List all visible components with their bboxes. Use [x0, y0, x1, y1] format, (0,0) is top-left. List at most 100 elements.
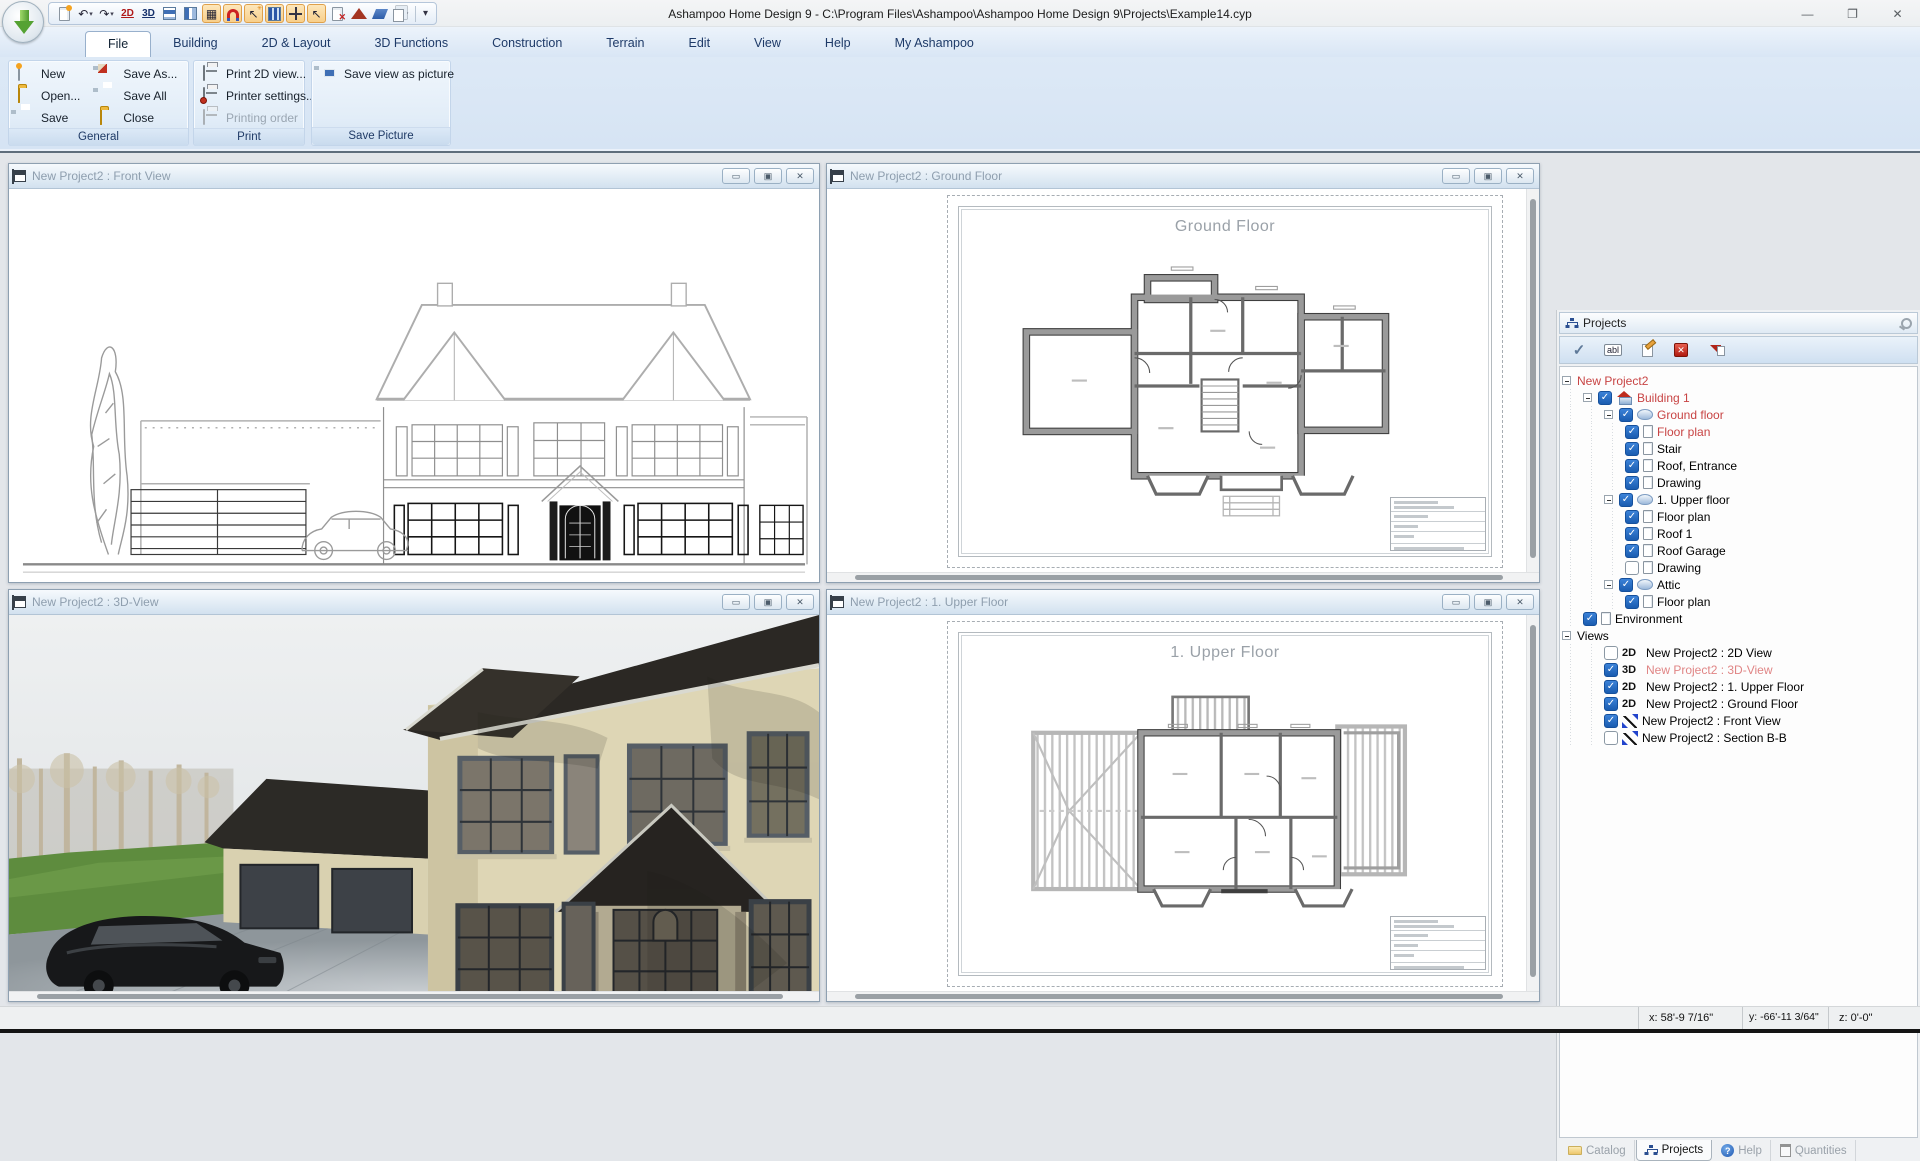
tree-item[interactable]: ✓Roof 1 [1562, 525, 1915, 542]
panel-tab-quantities[interactable]: Quantities [1772, 1140, 1856, 1161]
restore-icon[interactable]: ❐ [1830, 0, 1875, 27]
tab-file[interactable]: File [85, 31, 151, 57]
minimize-icon[interactable]: — [1785, 0, 1830, 27]
tree-item[interactable]: ✓Building 1 [1562, 389, 1915, 406]
roof-tool-icon[interactable] [349, 4, 368, 23]
tree-checkbox[interactable] [1604, 731, 1618, 745]
parallel-guides-icon[interactable] [265, 4, 284, 23]
close-icon[interactable]: ✕ [1506, 168, 1534, 184]
minimize-icon[interactable]: ▭ [722, 168, 750, 184]
tree-item[interactable]: New Project2 [1562, 372, 1915, 389]
close-icon[interactable]: ✕ [786, 168, 814, 184]
tree-checkbox[interactable]: ✓ [1583, 612, 1597, 626]
edit-properties-icon[interactable] [1636, 339, 1658, 361]
grid-icon[interactable]: ▦ [202, 4, 221, 23]
select-elements-icon[interactable]: ↖ [244, 4, 263, 23]
tree-item[interactable]: Views [1562, 627, 1915, 644]
close-button[interactable]: Close [95, 108, 182, 128]
printer-settings--button[interactable]: Printer settings... [198, 86, 321, 106]
tab-construction[interactable]: Construction [470, 31, 584, 57]
tree-item[interactable]: ✓Attic [1562, 576, 1915, 593]
import-icon[interactable] [1704, 339, 1726, 361]
vertical-scrollbar[interactable] [1526, 615, 1539, 991]
3d-view-titlebar[interactable]: New Project2 : 3D-View ▭ ▣ ✕ [9, 590, 819, 615]
tree-checkbox[interactable]: ✓ [1619, 493, 1633, 507]
pin-icon[interactable] [1901, 318, 1912, 329]
front-view-titlebar[interactable]: New Project2 : Front View ▭ ▣ ✕ [9, 164, 819, 189]
tree-checkbox[interactable]: ✓ [1625, 476, 1639, 490]
tree-checkbox[interactable]: ✓ [1604, 680, 1618, 694]
tree-item[interactable]: ✓Floor plan [1562, 508, 1915, 525]
delete-measure-icon[interactable] [328, 4, 347, 23]
minimize-icon[interactable]: ▭ [722, 594, 750, 610]
axis-snap-icon[interactable] [286, 4, 305, 23]
horizontal-scrollbar[interactable] [9, 991, 819, 1001]
ground-floor-titlebar[interactable]: New Project2 : Ground Floor ▭ ▣ ✕ [827, 164, 1539, 189]
tree-item[interactable]: ✓Floor plan [1562, 593, 1915, 610]
app-logo-icon[interactable] [2, 1, 44, 43]
tree-checkbox[interactable]: ✓ [1625, 459, 1639, 473]
tab-view[interactable]: View [732, 31, 803, 57]
tree-item[interactable]: ✓2DNew Project2 : Ground Floor [1562, 695, 1915, 712]
tab-building[interactable]: Building [151, 31, 239, 57]
tab-2d-layout[interactable]: 2D & Layout [240, 31, 353, 57]
tree-checkbox[interactable]: ✓ [1625, 544, 1639, 558]
expander-minus-icon[interactable] [1562, 631, 1571, 640]
tab-edit[interactable]: Edit [667, 31, 733, 57]
tree-item[interactable]: ✓Drawing [1562, 474, 1915, 491]
new-button[interactable]: New [13, 64, 85, 84]
tree-item[interactable]: 2DNew Project2 : 2D View [1562, 644, 1915, 661]
tree-checkbox[interactable]: ✓ [1604, 697, 1618, 711]
delete-icon[interactable]: ✕ [1670, 339, 1692, 361]
tree-item[interactable]: ✓Floor plan [1562, 423, 1915, 440]
pointer-icon[interactable]: ↖ [307, 4, 326, 23]
print-2d-view--button[interactable]: Print 2D view... [198, 64, 321, 84]
save-button[interactable]: Save [13, 108, 85, 128]
tree-item[interactable]: ✓Ground floor [1562, 406, 1915, 423]
tree-checkbox[interactable]: ✓ [1625, 595, 1639, 609]
tree-checkbox[interactable]: ✓ [1604, 663, 1618, 677]
panel-tab-projects[interactable]: Projects [1636, 1140, 1713, 1161]
minimize-icon[interactable]: ▭ [1442, 168, 1470, 184]
tree-checkbox[interactable]: ✓ [1625, 425, 1639, 439]
upper-floor-sheet[interactable]: 1. Upper Floor [827, 615, 1539, 1001]
customize-toolbar-icon[interactable]: ▾ [421, 8, 430, 19]
tree-item[interactable]: ✓Stair [1562, 440, 1915, 457]
close-icon[interactable]: ✕ [1506, 594, 1534, 610]
tree-item[interactable]: ✓2DNew Project2 : 1. Upper Floor [1562, 678, 1915, 695]
tree-item[interactable]: ✓3DNew Project2 : 3D-View [1562, 661, 1915, 678]
restore-icon[interactable]: ▣ [754, 168, 782, 184]
minimize-icon[interactable]: ▭ [1442, 594, 1470, 610]
horizontal-scrollbar[interactable] [827, 572, 1539, 582]
redo-icon[interactable]: ↷▾ [97, 4, 116, 23]
tree-item[interactable]: ✓Roof Garage [1562, 542, 1915, 559]
projects-panel-header[interactable]: Projects [1559, 312, 1918, 334]
tree-checkbox[interactable]: ✓ [1619, 408, 1633, 422]
split-horizontal-icon[interactable] [160, 4, 179, 23]
close-icon[interactable]: ✕ [1875, 0, 1920, 27]
upper-floor-titlebar[interactable]: New Project2 : 1. Upper Floor ▭ ▣ ✕ [827, 590, 1539, 615]
panel-tab-help[interactable]: ?Help [1713, 1140, 1771, 1161]
tree-item[interactable]: ✓Environment [1562, 610, 1915, 627]
tab-3d-functions[interactable]: 3D Functions [352, 31, 470, 57]
undo-icon[interactable]: ↶▾ [76, 4, 95, 23]
tree-checkbox[interactable]: ✓ [1625, 510, 1639, 524]
tree-checkbox[interactable]: ✓ [1619, 578, 1633, 592]
tab-help[interactable]: Help [803, 31, 873, 57]
2d-mode-icon[interactable]: 2D [118, 4, 137, 23]
tree-checkbox[interactable] [1625, 561, 1639, 575]
tree-checkbox[interactable] [1604, 646, 1618, 660]
tree-item[interactable]: ✓New Project2 : Front View [1562, 712, 1915, 729]
3d-mode-icon[interactable]: 3D [139, 4, 158, 23]
copy-layout-icon[interactable]: ▾ [391, 4, 410, 23]
tab-my-ashampoo[interactable]: My Ashampoo [873, 31, 996, 57]
restore-icon[interactable]: ▣ [754, 594, 782, 610]
new-view-icon[interactable] [55, 4, 74, 23]
tree-item[interactable]: ✓Roof, Entrance [1562, 457, 1915, 474]
expander-minus-icon[interactable] [1604, 495, 1613, 504]
vertical-scrollbar[interactable] [1526, 189, 1539, 572]
split-vertical-icon[interactable] [181, 4, 200, 23]
tree-item[interactable]: Drawing [1562, 559, 1915, 576]
expander-minus-icon[interactable] [1562, 376, 1571, 385]
horizontal-scrollbar[interactable] [827, 991, 1539, 1001]
